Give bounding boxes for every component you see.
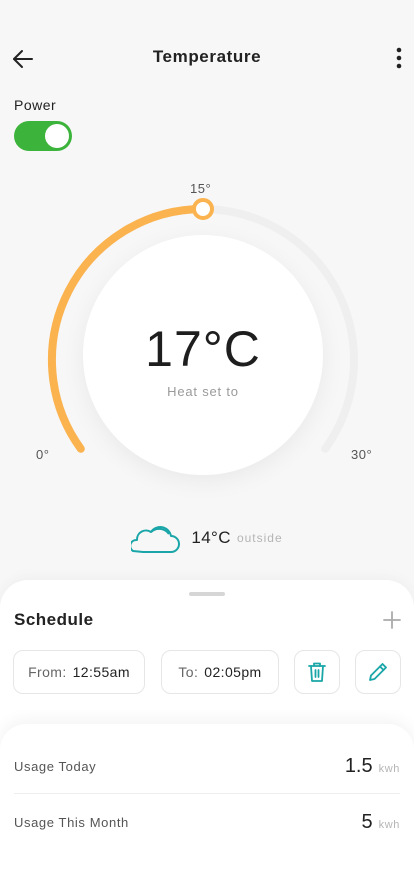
trash-icon <box>308 662 326 682</box>
outside-weather: 14°C outside <box>0 518 414 558</box>
sheet-drag-handle[interactable] <box>189 592 225 596</box>
usage-card: Usage Today 1.5 kwh Usage This Month 5 kwh <box>0 724 414 896</box>
outside-label: outside <box>236 531 283 545</box>
outside-temperature: 14°C <box>191 528 231 547</box>
pencil-icon <box>369 663 387 681</box>
usage-row-today: Usage Today 1.5 kwh <box>14 738 400 794</box>
more-vertical-icon <box>396 47 402 69</box>
delete-schedule-button[interactable] <box>294 650 340 694</box>
to-label: To: <box>178 664 199 680</box>
temperature-dial[interactable]: 17°C Heat set to 15° 0° 30° <box>0 170 414 480</box>
set-temperature-value: 17°C <box>145 321 261 377</box>
toggle-knob <box>45 124 69 148</box>
dial-min-label: 0° <box>36 447 50 462</box>
usage-month-value: 5 <box>361 810 373 833</box>
to-time-field[interactable]: To: 02:05pm <box>161 650 279 694</box>
usage-today-reading: 1.5 kwh <box>345 755 400 778</box>
add-schedule-button[interactable] <box>382 610 402 630</box>
set-temperature-caption: Heat set to <box>167 384 239 399</box>
from-value: 12:55am <box>72 664 130 680</box>
edit-schedule-button[interactable] <box>355 650 401 694</box>
schedule-sheet: Schedule From: 12:55am To: 02:05pm Usage… <box>0 580 414 896</box>
usage-month-label: Usage This Month <box>14 814 129 830</box>
power-label: Power <box>14 97 57 113</box>
plus-icon <box>383 611 401 629</box>
from-time-field[interactable]: From: 12:55am <box>13 650 145 694</box>
usage-today-label: Usage Today <box>14 758 97 774</box>
to-value: 02:05pm <box>204 664 262 680</box>
power-toggle[interactable] <box>14 121 72 151</box>
cloud-icon <box>131 526 181 553</box>
usage-month-reading: 5 kwh <box>362 811 401 834</box>
usage-today-value: 1.5 <box>344 754 373 777</box>
dial-handle[interactable] <box>192 198 214 220</box>
usage-today-unit: kwh <box>378 762 400 775</box>
usage-month-unit: kwh <box>378 818 400 831</box>
more-options-button[interactable] <box>392 45 406 71</box>
dial-marker-label: 15° <box>190 181 212 196</box>
app-header: Temperature <box>0 0 414 116</box>
schedule-title: Schedule <box>14 610 94 629</box>
usage-row-month: Usage This Month 5 kwh <box>14 794 400 850</box>
dial-max-label: 30° <box>351 447 373 462</box>
page-title: Temperature <box>152 47 262 66</box>
from-label: From: <box>28 664 67 680</box>
